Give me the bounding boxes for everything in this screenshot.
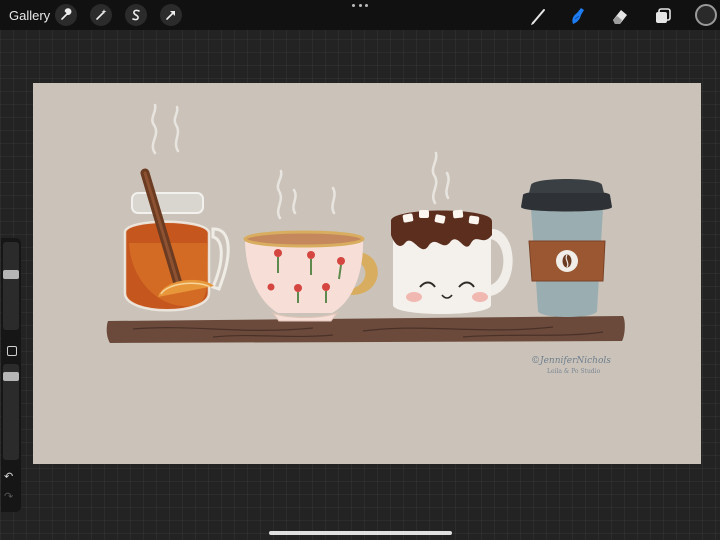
brush-size-thumb[interactable]	[3, 270, 19, 279]
studio-name: Leila & Po Studio	[547, 368, 601, 375]
more-options-icon[interactable]	[352, 4, 368, 10]
modify-button[interactable]	[7, 346, 17, 356]
selection-icon[interactable]	[125, 4, 147, 26]
smudge-icon[interactable]	[567, 5, 589, 27]
opacity-thumb[interactable]	[3, 372, 19, 381]
wrench-icon[interactable]	[55, 4, 77, 26]
undo-icon[interactable]: ↶	[4, 470, 13, 483]
artist-signature: ©JenniferNichols	[531, 356, 611, 366]
redo-icon[interactable]: ↷	[4, 490, 13, 503]
layers-icon[interactable]	[652, 5, 674, 27]
tea-cup	[243, 230, 378, 322]
cider-jar	[123, 168, 230, 312]
drawing-canvas[interactable]: ©JenniferNichols Leila & Po Studio	[33, 83, 701, 464]
brush-icon[interactable]	[528, 5, 550, 27]
coffee-to-go-cup	[521, 179, 612, 317]
color-picker-button[interactable]	[695, 4, 717, 26]
home-indicator[interactable]	[269, 531, 452, 535]
eraser-icon[interactable]	[609, 5, 631, 27]
opacity-slider[interactable]	[3, 364, 19, 460]
wooden-shelf	[106, 316, 625, 343]
cocoa-mug	[391, 209, 513, 314]
gallery-button[interactable]: Gallery	[9, 8, 50, 23]
artwork-illustration	[106, 103, 625, 343]
top-toolbar: Gallery	[0, 0, 720, 30]
transform-arrow-icon[interactable]	[160, 4, 182, 26]
magic-wand-icon[interactable]	[90, 4, 112, 26]
side-toolbar: ↶ ↷	[1, 238, 21, 512]
brush-size-slider[interactable]	[3, 242, 19, 330]
